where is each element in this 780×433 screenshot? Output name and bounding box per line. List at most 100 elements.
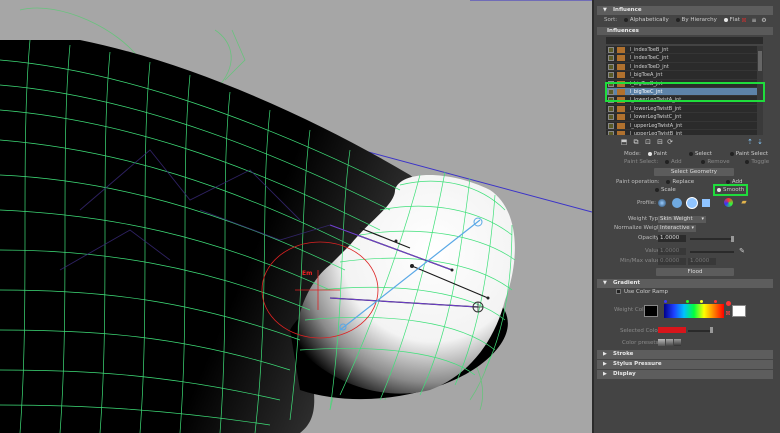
profile-solid-icon[interactable] — [686, 197, 698, 209]
weight-color-black-swatch[interactable] — [644, 305, 658, 317]
sort-alpha-label: Alphabetically — [629, 17, 669, 23]
profile-soft-icon[interactable] — [672, 198, 682, 208]
clear-icon[interactable]: ⊠ — [740, 17, 748, 25]
sort-hierarchy-radio[interactable] — [675, 17, 680, 22]
influence-item[interactable]: l_indexToeB_jnt — [606, 46, 757, 55]
influence-name: l_indexToeB_jnt — [630, 47, 669, 53]
influence-item[interactable]: l_lowerLegTwistC_jnt — [606, 113, 757, 122]
joint-icon — [617, 55, 625, 62]
value-slider[interactable] — [690, 251, 734, 253]
hold-icon[interactable] — [608, 114, 614, 121]
hold-icon[interactable] — [608, 47, 614, 53]
settings-icon[interactable]: ⚙ — [760, 17, 768, 25]
selected-color-slider[interactable] — [688, 330, 712, 332]
mode-paint-select-radio[interactable] — [729, 151, 734, 156]
sort-down-icon[interactable]: ⇣ — [756, 138, 764, 146]
display-title: Display — [613, 371, 636, 377]
opacity-slider[interactable] — [690, 238, 734, 240]
color-preset-2[interactable] — [666, 339, 673, 346]
influence-name: l_upperLegTwistA_jnt — [630, 122, 683, 129]
influence-section-header[interactable]: ▼ Influence — [597, 6, 773, 15]
paint-tool-icon[interactable]: ⬒ — [620, 138, 628, 146]
sort-label: Sort: — [604, 17, 618, 23]
max-field[interactable]: 1.0000 — [688, 258, 716, 265]
sort-flat-label: Flat — [729, 17, 740, 23]
normalize-dropdown[interactable]: Interactive — [658, 225, 696, 232]
influence-item[interactable]: l_upperLegTwistB_jnt — [606, 130, 757, 135]
influence-item[interactable]: l_upperLegTwistA_jnt — [606, 122, 757, 130]
sort-alpha-radio[interactable] — [623, 17, 628, 22]
mode-select-radio[interactable] — [688, 151, 693, 156]
influence-filter-input[interactable] — [606, 37, 763, 44]
weight-color-ramp[interactable] — [664, 304, 724, 318]
ps-remove-radio[interactable] — [701, 159, 706, 164]
reset-icon[interactable]: ⟳ — [666, 138, 674, 146]
use-color-ramp-row: Use Color Ramp — [616, 289, 668, 296]
selected-color-swatch[interactable] — [658, 327, 686, 333]
influence-name: l_indexToeD_jnt — [630, 63, 669, 70]
mode-paint-radio[interactable] — [647, 151, 652, 156]
influence-item[interactable]: l_bigToeA_jnt — [606, 71, 757, 80]
influence-item[interactable]: l_lowerLegTwistB_jnt — [606, 105, 757, 114]
gradient-section-header[interactable]: ▼ Gradient — [597, 279, 773, 288]
influence-name: l_indexToeC_jnt — [630, 55, 669, 62]
stroke-section-header[interactable]: ▶ Stroke — [597, 350, 773, 359]
profile-custom-icon[interactable] — [724, 198, 733, 207]
value-field[interactable]: 1.0000 — [658, 248, 686, 255]
flood-button[interactable]: Flood — [656, 268, 734, 276]
color-preset-1[interactable] — [658, 339, 665, 346]
influence-item[interactable]: l_indexToeD_jnt — [606, 63, 757, 72]
profile-gaussian-icon[interactable] — [658, 199, 666, 207]
op-scale-label: Scale — [661, 187, 676, 193]
sort-up-icon[interactable]: ⇡ — [746, 138, 754, 146]
stylus-pressure-section-header[interactable]: ▶ Stylus Pressure — [597, 360, 773, 369]
ramp-marker-red[interactable] — [726, 301, 731, 306]
hold-icon[interactable] — [608, 105, 614, 112]
paint-select-row: Paint Select: Add Remove Toggle — [624, 159, 769, 166]
influence-name: l_lowerLegTwistC_jnt — [630, 114, 682, 121]
3d-viewport[interactable]: Em — [0, 0, 592, 433]
op-scale-radio[interactable] — [655, 187, 659, 192]
sort-flat-radio[interactable] — [723, 17, 728, 22]
min-field[interactable]: 0.0000 — [658, 258, 686, 265]
joint-icon — [617, 122, 625, 129]
toe-mesh-render — [0, 0, 592, 433]
weight-color-white-swatch[interactable] — [732, 305, 746, 317]
hold-icon[interactable] — [608, 55, 614, 62]
select-geometry-button[interactable]: Select Geometry — [654, 168, 734, 176]
weight-type-dropdown[interactable]: Skin Weight — [658, 216, 706, 223]
minmax-label: Min/Max value: — [620, 258, 662, 264]
paint-skin-weights-panel: ▼ Influence Sort: Alphabetically By Hier… — [592, 0, 780, 433]
ramp-markers[interactable] — [664, 300, 724, 304]
color-preset-3[interactable] — [674, 339, 681, 346]
op-replace-radio[interactable] — [666, 179, 671, 184]
ps-toggle-radio[interactable] — [745, 159, 750, 164]
use-color-ramp-checkbox[interactable] — [616, 289, 621, 294]
unlock-icon[interactable]: ⊟ — [656, 138, 664, 146]
color-presets-label: Color presets: — [622, 340, 661, 346]
sort-hierarchy-label: By Hierarchy — [681, 17, 717, 23]
hold-icon[interactable] — [608, 72, 614, 79]
expand-arrow-icon: ▶ — [603, 361, 607, 367]
hold-icon[interactable] — [608, 130, 614, 135]
hold-icon[interactable] — [608, 63, 614, 70]
joint-icon — [617, 114, 625, 121]
lock-icon[interactable]: ⊡ — [644, 138, 652, 146]
profile-square-icon[interactable] — [702, 199, 710, 207]
highlight-box-smooth — [713, 184, 748, 196]
influence-item[interactable]: l_indexToeC_jnt — [606, 54, 757, 63]
selected-color-knob[interactable] — [710, 327, 713, 333]
display-section-header[interactable]: ▶ Display — [597, 370, 773, 379]
joint-icon — [617, 47, 625, 53]
ramp-delete-icon[interactable]: ⊠ — [724, 310, 732, 318]
opacity-field[interactable]: 1.0000 — [658, 235, 686, 242]
hold-icon[interactable] — [608, 122, 614, 129]
list-icon[interactable]: ≡ — [750, 17, 758, 25]
op-add-radio[interactable] — [725, 179, 730, 184]
opacity-slider-knob[interactable] — [731, 236, 734, 242]
copy-icon[interactable]: ⧉ — [632, 138, 640, 146]
paint-op-label: Paint operation: — [616, 179, 660, 185]
ps-add-radio[interactable] — [664, 159, 669, 164]
eyedropper-icon[interactable]: ✎ — [738, 247, 746, 255]
folder-icon[interactable]: ▰ — [740, 198, 748, 206]
